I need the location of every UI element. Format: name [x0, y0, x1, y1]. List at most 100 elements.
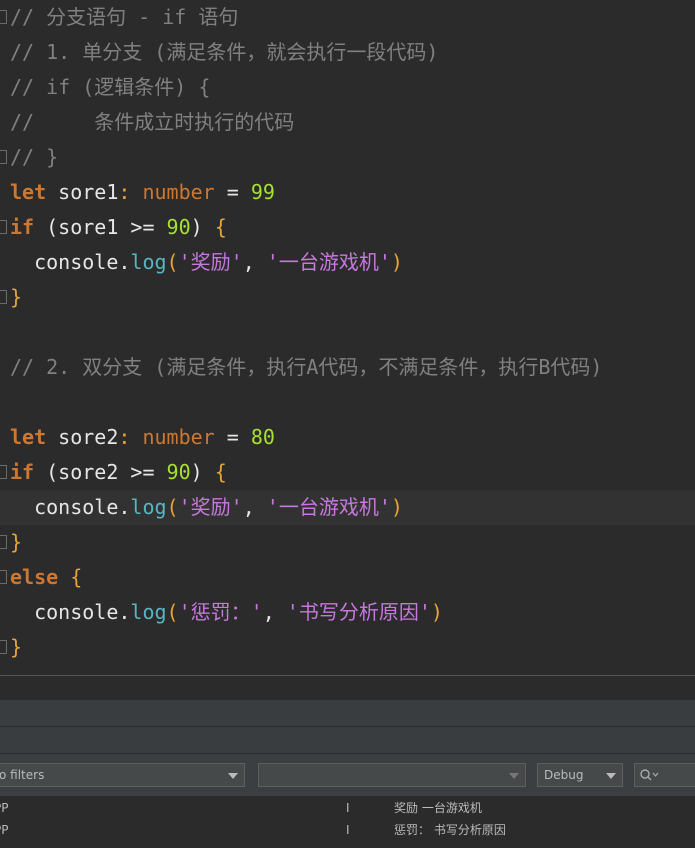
code-text: } [10, 630, 22, 665]
process-dropdown[interactable] [258, 763, 526, 787]
code-text: } [10, 525, 22, 560]
code-token: sore1 [46, 180, 119, 204]
code-token: else [10, 565, 59, 589]
code-token: ) [190, 460, 215, 484]
code-token: console. [10, 250, 131, 274]
code-line[interactable]: console.log('惩罚：', '书写分析原因') [0, 595, 695, 630]
code-token: 99 [250, 180, 275, 204]
code-text: // } [10, 140, 58, 175]
code-line[interactable]: let sore2: number = 80 [0, 420, 695, 455]
code-token: '书写分析原因' [286, 600, 431, 624]
code-text: console.log('奖励', '一台游戏机') [10, 245, 403, 280]
fold-marker-icon[interactable] [0, 640, 7, 654]
filter-dropdown[interactable]: o filters [0, 763, 245, 787]
chevron-down-icon [228, 773, 238, 779]
code-token: ) [430, 600, 443, 624]
log-tag: PP [0, 823, 9, 837]
fold-marker-icon[interactable] [0, 570, 7, 584]
fold-marker-icon[interactable] [0, 535, 7, 549]
code-text: // 条件成立时执行的代码 [10, 105, 294, 140]
code-line[interactable]: // 2. 双分支 (满足条件，执行A代码，不满足条件，执行B代码) [0, 350, 695, 385]
log-message: 惩罚： 书写分析原因 [394, 823, 506, 837]
code-line[interactable]: } [0, 280, 695, 315]
fold-marker-icon[interactable] [0, 220, 7, 234]
fold-marker-icon[interactable] [0, 465, 7, 479]
code-token: (sore2 >= [34, 460, 167, 484]
code-token: ( [166, 495, 179, 519]
code-line[interactable]: let sore1: number = 99 [0, 175, 695, 210]
code-token: 90 [166, 215, 191, 239]
code-text: console.log('惩罚：', '书写分析原因') [10, 595, 443, 630]
code-token: 80 [250, 425, 275, 449]
chevron-down-icon [509, 773, 519, 779]
code-text: console.log('奖励', '一台游戏机') [10, 490, 403, 525]
code-line[interactable]: else { [0, 560, 695, 595]
code-token: let [10, 180, 47, 204]
fold-marker-icon[interactable] [0, 10, 7, 24]
code-line[interactable]: console.log('奖励', '一台游戏机') [0, 490, 695, 525]
code-token: : [118, 180, 143, 204]
code-token: { [214, 460, 227, 484]
log-output[interactable]: PP I 奖励 一台游戏机 PP I 惩罚： 书写分析原因 [0, 797, 695, 848]
code-line[interactable]: if (sore2 >= 90) { [0, 455, 695, 490]
code-text: let sore1: number = 99 [10, 175, 275, 210]
log-level-dropdown[interactable]: Debug [537, 763, 623, 787]
log-level: I [346, 801, 350, 815]
code-editor[interactable]: // 分支语句 - if 语句 // 1. 单分支 (满足条件，就会执行一段代码)… [0, 0, 695, 675]
code-token: { [214, 215, 227, 239]
code-token: , [262, 600, 287, 624]
code-token: log [130, 250, 167, 274]
code-token: ( [166, 250, 179, 274]
code-line[interactable]: } [0, 630, 695, 665]
code-token: , [242, 250, 267, 274]
fold-marker-icon[interactable] [0, 290, 7, 304]
code-text: else { [10, 560, 82, 595]
code-text: // 分支语句 - if 语句 [10, 0, 238, 35]
code-line[interactable]: console.log('奖励', '一台游戏机') [0, 245, 695, 280]
search-input[interactable] [634, 763, 695, 787]
fold-marker-icon[interactable] [0, 150, 7, 164]
code-token: log [130, 495, 167, 519]
code-token: = [214, 425, 251, 449]
code-token: // } [10, 145, 59, 169]
code-token: number [142, 180, 215, 204]
code-line[interactable] [0, 315, 695, 350]
code-line[interactable]: // 条件成立时执行的代码 [0, 105, 695, 140]
code-line[interactable]: // 1. 单分支 (满足条件，就会执行一段代码) [0, 35, 695, 70]
code-text: let sore2: number = 80 [10, 420, 275, 455]
code-token: ) [390, 495, 403, 519]
code-token: // if (逻辑条件) { [10, 75, 211, 99]
log-row[interactable]: PP I 奖励 一台游戏机 [0, 797, 695, 819]
code-line[interactable]: } [0, 525, 695, 560]
code-line[interactable]: // if (逻辑条件) { [0, 70, 695, 105]
code-line[interactable]: // } [0, 140, 695, 175]
code-token: { [70, 565, 83, 589]
code-line[interactable]: // 分支语句 - if 语句 [0, 0, 695, 35]
code-token: '一台游戏机' [266, 250, 391, 274]
code-line[interactable]: if (sore1 >= 90) { [0, 210, 695, 245]
panel-gap [0, 676, 695, 700]
tool-window-tabs-bar [0, 727, 695, 754]
code-token: if [10, 215, 35, 239]
code-token: ) [190, 215, 215, 239]
code-token: if [10, 460, 35, 484]
code-token: number [142, 425, 215, 449]
code-token: } [10, 635, 23, 659]
chevron-down-icon [606, 773, 616, 779]
code-token: // 2. 双分支 (满足条件，执行A代码，不满足条件，执行B代码) [10, 355, 603, 379]
code-text: if (sore1 >= 90) { [10, 210, 227, 245]
code-token: // 条件成立时执行的代码 [10, 110, 295, 134]
code-token: ( [166, 600, 179, 624]
code-token: '一台游戏机' [266, 495, 391, 519]
log-row[interactable]: PP I 惩罚： 书写分析原因 [0, 819, 695, 841]
code-text: // 1. 单分支 (满足条件，就会执行一段代码) [10, 35, 438, 70]
code-token: = [214, 180, 251, 204]
code-token: '奖励' [178, 495, 243, 519]
code-token: 90 [166, 460, 191, 484]
code-token: // 分支语句 - if 语句 [10, 5, 239, 29]
code-token: ) [390, 250, 403, 274]
code-token: console. [10, 495, 131, 519]
code-line[interactable] [0, 385, 695, 420]
code-token: (sore1 >= [34, 215, 167, 239]
